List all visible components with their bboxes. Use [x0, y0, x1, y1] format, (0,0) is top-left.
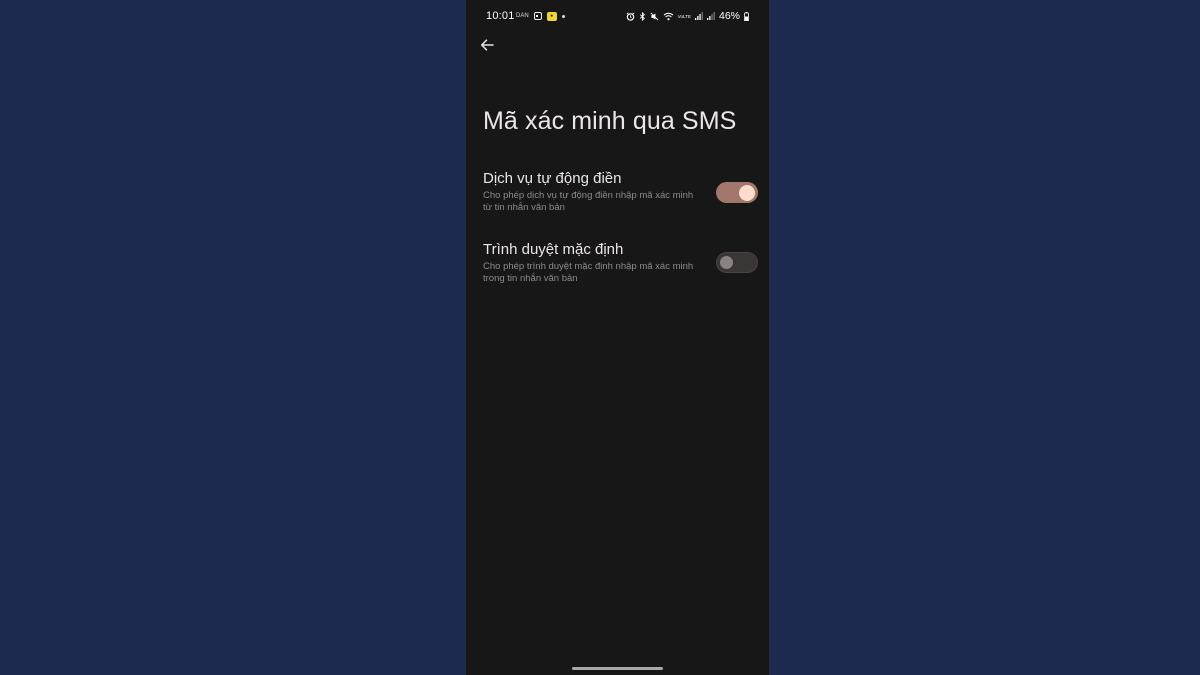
phone-screen: 10:01 DAN ● VoLTE 46% Mã xác minh qua SM…	[466, 0, 769, 675]
autofill-service-toggle[interactable]	[716, 182, 758, 203]
setting-description: Cho phép trình duyệt mặc định nhập mã xá…	[483, 261, 694, 284]
status-time: 10:01	[486, 10, 515, 22]
setting-title: Trình duyệt mặc định	[483, 241, 624, 258]
bluetooth-icon	[639, 11, 646, 21]
signal-icon-2	[706, 12, 715, 20]
gallery-notification-icon	[533, 12, 542, 20]
chat-notification-icon: ●	[546, 11, 557, 21]
gesture-nav-handle[interactable]	[572, 667, 663, 670]
back-button[interactable]	[476, 34, 498, 56]
desktop-background: 10:01 DAN ● VoLTE 46% Mã xác minh qua SM…	[0, 0, 1200, 675]
status-bar: 10:01 DAN ● VoLTE 46%	[466, 0, 769, 34]
toggle-knob	[720, 256, 733, 269]
notification-icons: DAN ●	[516, 11, 565, 21]
signal-icon-1	[694, 12, 703, 20]
mute-icon	[650, 12, 659, 21]
setting-title: Dịch vụ tự động điền	[483, 170, 622, 187]
battery-percentage: 46%	[718, 10, 740, 22]
arrow-back-icon	[480, 39, 494, 51]
more-notifications-icon	[561, 14, 565, 18]
wifi-icon	[663, 12, 674, 21]
setting-description: Cho phép dịch vụ tự động điền nhập mã xá…	[483, 190, 694, 213]
alarm-icon	[626, 12, 635, 21]
page-title: Mã xác minh qua SMS	[483, 107, 737, 135]
volte-label: VoLTE	[677, 13, 691, 19]
toggle-knob	[739, 184, 755, 201]
setting-row-autofill-service[interactable]: Dịch vụ tự động điền Cho phép dịch vụ tự…	[466, 170, 769, 220]
setting-row-default-browser[interactable]: Trình duyệt mặc định Cho phép trình duyệ…	[466, 241, 769, 291]
battery-icon	[744, 11, 749, 21]
default-browser-toggle[interactable]	[716, 252, 758, 273]
system-status-icons: VoLTE 46%	[626, 10, 749, 22]
app-notification-icon: DAN	[516, 13, 529, 19]
